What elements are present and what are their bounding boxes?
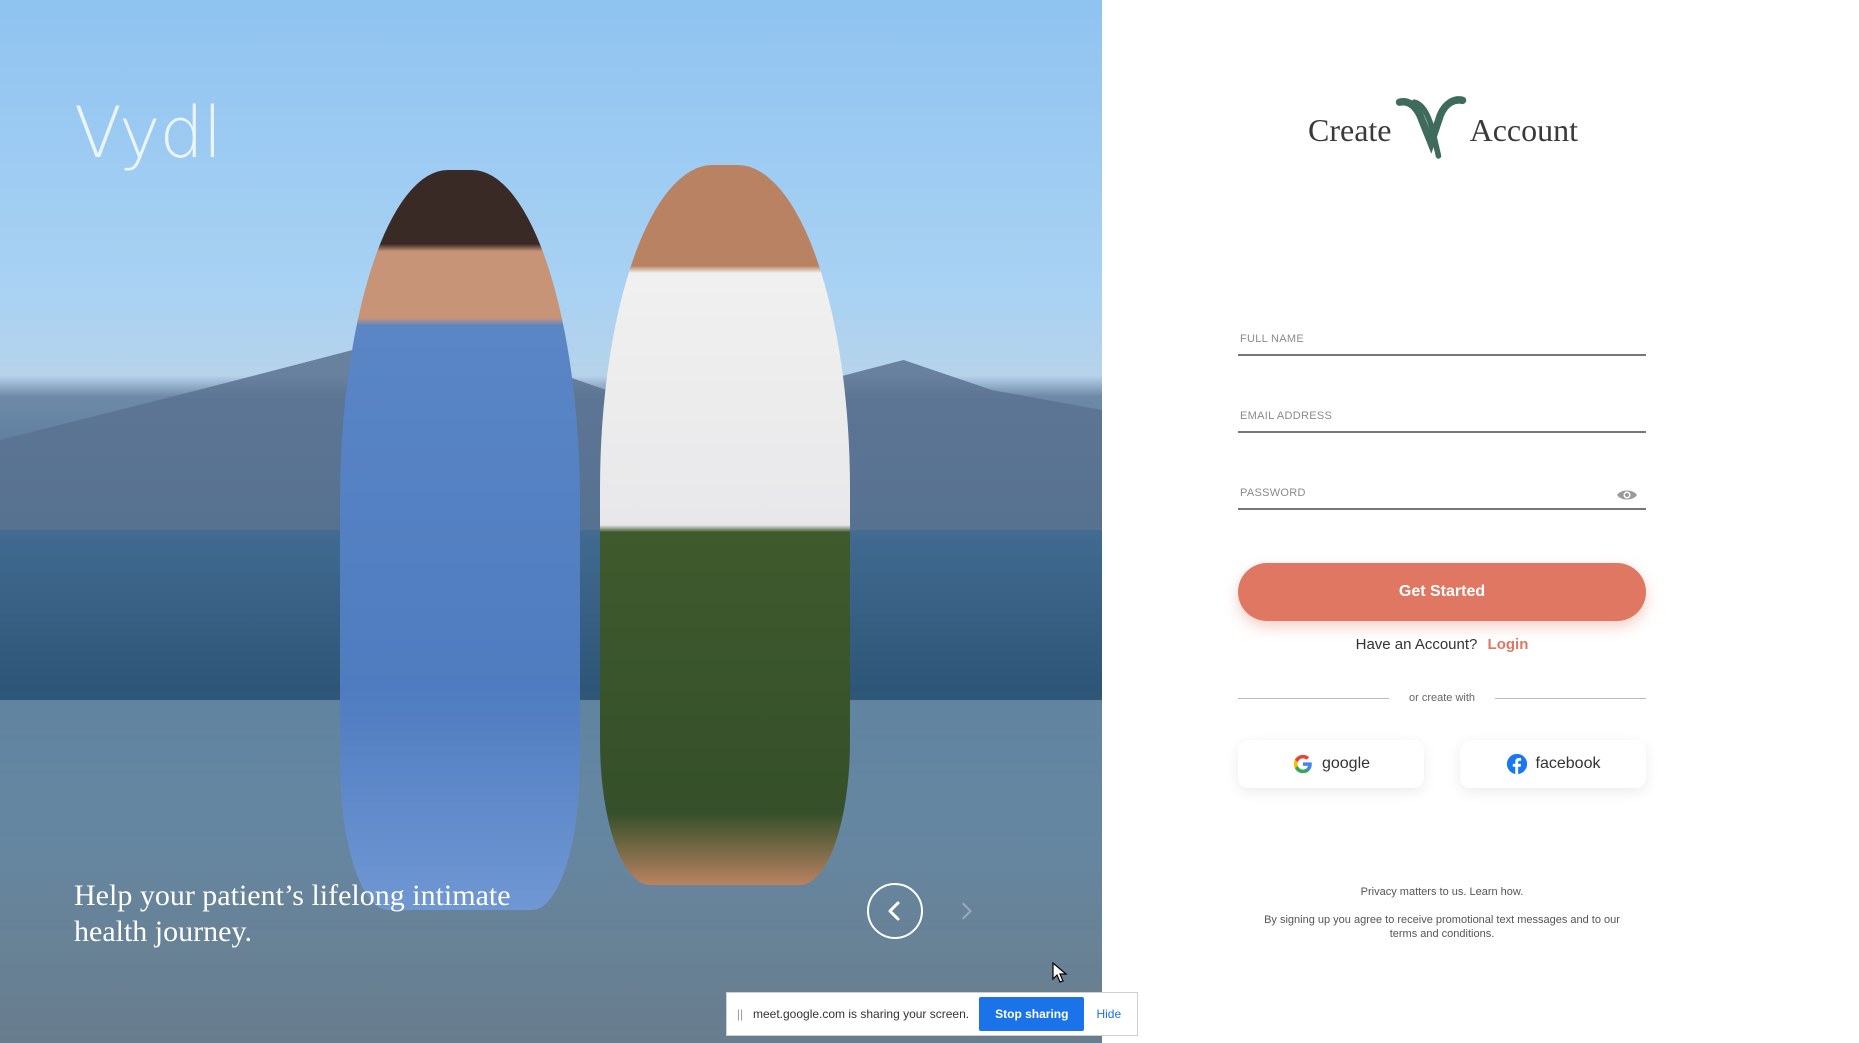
stop-sharing-button[interactable]: Stop sharing (979, 997, 1085, 1031)
password-input[interactable] (1238, 486, 1612, 500)
mouse-cursor-icon (1052, 962, 1068, 983)
social-divider: or create with (1238, 688, 1646, 708)
vydl-logo-icon (1395, 96, 1466, 159)
facebook-label: facebook (1535, 755, 1601, 772)
hide-button[interactable]: Hide (1096, 1007, 1121, 1021)
carousel-next-button[interactable] (944, 889, 988, 933)
title-account: Account (1469, 111, 1578, 148)
login-link[interactable]: Login (1488, 636, 1529, 653)
privacy-link[interactable]: Privacy matters to us. Learn how. (1238, 886, 1646, 898)
google-label: google (1321, 755, 1371, 772)
login-row: Have an Account? Login (1238, 636, 1646, 653)
chevron-left-icon (888, 901, 900, 921)
hero-tagline: Help your patient’s lifelong intimate he… (74, 879, 511, 948)
carousel-prev-button[interactable] (867, 883, 923, 939)
full-name-input[interactable] (1238, 332, 1612, 346)
title-create: Create (1308, 111, 1392, 148)
google-button[interactable]: google (1238, 740, 1424, 788)
screen-share-bar: || meet.google.com is sharing your scree… (726, 992, 1138, 1036)
hero-person-woman (340, 170, 580, 910)
divider-line-right (1495, 697, 1646, 699)
terms-text: By signing up you agree to receive promo… (1264, 914, 1620, 940)
facebook-button[interactable]: facebook (1460, 740, 1646, 788)
share-message: meet.google.com is sharing your screen. (753, 1007, 970, 1021)
chevron-right-icon (962, 902, 972, 920)
have-account-text: Have an Account? (1355, 636, 1478, 653)
drag-handle-icon[interactable]: || (731, 1007, 749, 1021)
password-field (1238, 466, 1646, 510)
google-icon (1292, 753, 1314, 775)
email-field (1238, 389, 1646, 433)
eye-icon[interactable] (1616, 488, 1638, 502)
page-title: Create Account (1308, 90, 1578, 170)
brand-logo: Vydl (74, 92, 222, 174)
facebook-icon (1506, 753, 1528, 775)
hero-image: Vydl Help your patient’s lifelong intima… (0, 0, 1102, 1043)
full-name-field (1238, 312, 1646, 356)
email-input[interactable] (1238, 409, 1612, 423)
divider-line-left (1238, 697, 1389, 699)
hero-person-man (600, 165, 850, 885)
get-started-button[interactable]: Get Started (1238, 563, 1646, 621)
divider-text: or create with (1408, 692, 1476, 704)
